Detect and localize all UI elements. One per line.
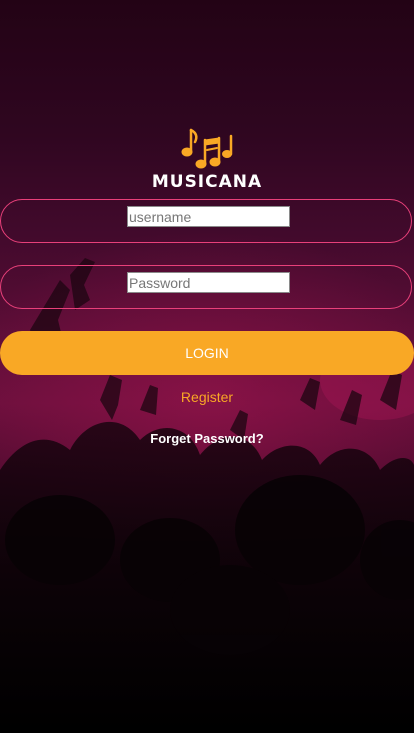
forget-password-link[interactable]: Forget Password? xyxy=(0,431,414,446)
register-link[interactable]: Register xyxy=(0,389,414,405)
app-name: MUSICANA xyxy=(151,172,263,192)
username-field[interactable] xyxy=(0,199,412,243)
login-button[interactable]: LOGIN xyxy=(0,331,414,375)
app-logo: MUSICANA xyxy=(0,124,414,192)
password-input[interactable] xyxy=(127,272,290,293)
username-input[interactable] xyxy=(127,206,290,227)
password-field[interactable] xyxy=(0,265,412,309)
music-notes-icon xyxy=(177,124,237,174)
